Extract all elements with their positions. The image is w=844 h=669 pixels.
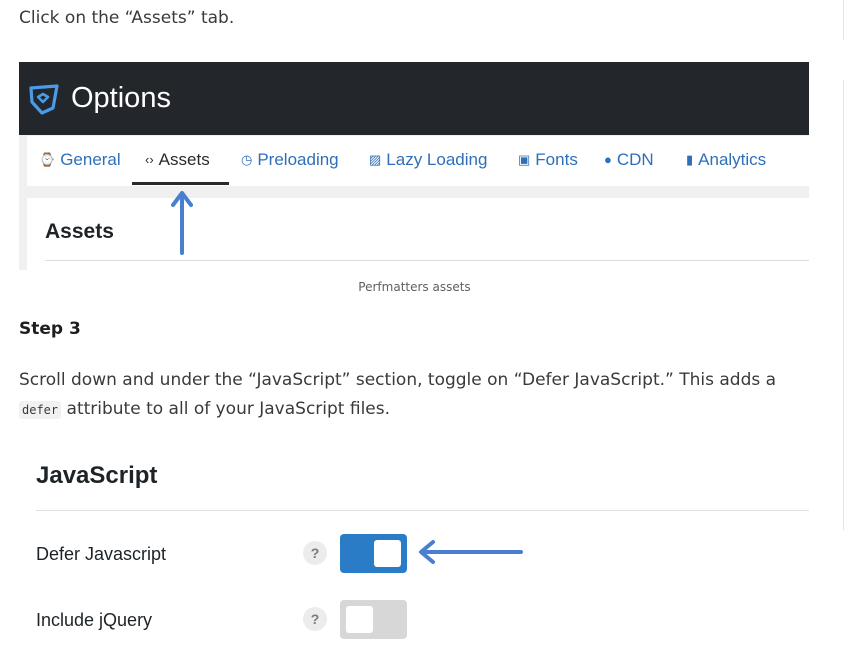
active-tab-indicator [132,182,229,185]
tab-label: Analytics [698,150,767,169]
toggle-knob [374,540,401,567]
globe-icon: ● [604,152,612,167]
help-icon[interactable]: ? [303,541,327,565]
divider [45,260,809,261]
divider [36,510,809,511]
javascript-settings-screenshot: JavaScript Defer Javascript ? Include jQ… [19,440,809,669]
paragraph-text: attribute to all of your JavaScript file… [61,399,391,419]
toggle-knob [346,606,373,633]
tab-label: Assets [158,150,210,169]
bar-chart-icon: ▮ [686,152,694,167]
arrow-left-icon [419,540,523,564]
panel-title: Assets [45,220,114,243]
instruction-text: Click on the “Assets” tab. [19,8,235,28]
gift-icon: ▣ [518,152,531,167]
tab-label: Fonts [535,150,578,169]
tab-lazy-loading[interactable]: ▨ Lazy Loading [369,150,487,170]
paragraph-text: Scroll down and under the “JavaScript” s… [19,370,777,390]
tab-label: Lazy Loading [386,150,488,169]
options-title: Options [71,82,171,114]
tab-assets[interactable]: ‹› Assets [145,150,210,170]
tab-label: General [60,150,121,169]
options-tab-bar: ⌚ General ‹› Assets ◷ Preloading ▨ Lazy Load… [27,136,809,186]
assets-panel: Assets [27,198,809,270]
tab-fonts[interactable]: ▣ Fonts [518,150,578,170]
tab-preloading[interactable]: ◷ Preloading [241,150,339,170]
include-jquery-label: Include jQuery [36,610,153,630]
tab-general[interactable]: ⌚ General [39,150,121,170]
code-icon: ‹› [145,152,154,167]
tab-label: Preloading [257,150,339,169]
section-title: JavaScript [36,462,158,489]
image-icon: ▨ [369,152,382,167]
dashboard-icon: ⌚ [39,152,56,167]
perfmatters-logo-icon [29,84,59,115]
image-caption: Perfmatters assets [358,280,471,294]
help-icon[interactable]: ? [303,607,327,631]
defer-javascript-label: Defer Javascript [36,544,167,564]
include-jquery-toggle[interactable] [340,600,407,639]
step-heading: Step 3 [19,319,81,339]
code-snippet: defer [19,401,62,419]
options-screenshot: Options ⌚ General ‹› Assets ◷ Preloading ▨ L… [19,62,809,270]
tab-label: CDN [616,150,654,169]
instruction-paragraph: Scroll down and under the “JavaScript” s… [19,366,819,425]
defer-javascript-toggle[interactable] [340,534,407,573]
tab-analytics[interactable]: ▮ Analytics [686,150,766,170]
arrow-up-icon [171,191,193,255]
tab-cdn[interactable]: ● CDN [604,150,654,170]
options-header: Options [19,62,809,135]
clock-icon: ◷ [241,152,253,167]
